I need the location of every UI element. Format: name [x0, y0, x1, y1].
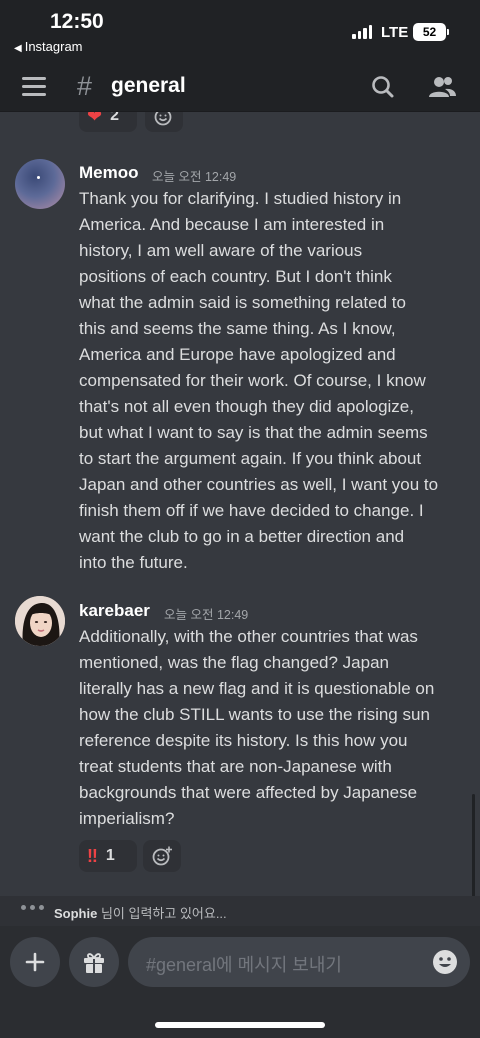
- message-input[interactable]: #general에 메시지 보내기: [128, 937, 470, 987]
- back-app-label: Instagram: [24, 39, 83, 54]
- channel-name: general: [111, 74, 186, 97]
- double-exclamation-icon: ‼: [87, 845, 98, 866]
- message-timestamp: 오늘 오전 12:49: [152, 170, 237, 184]
- channel-hash-icon: #: [77, 71, 93, 101]
- message-input-placeholder: #general에 메시지 보내기: [146, 955, 342, 975]
- cell-signal-icon: [352, 25, 372, 39]
- profile-photo: [15, 596, 65, 646]
- add-reaction-button[interactable]: [143, 840, 181, 872]
- battery-tip: [447, 29, 449, 35]
- home-indicator: [155, 1022, 325, 1028]
- menu-icon[interactable]: [22, 77, 46, 96]
- plus-icon: [25, 952, 45, 972]
- message-timestamp: 오늘 오전 12:49: [164, 608, 249, 622]
- reaction-double-exclamation[interactable]: ‼ 1: [79, 840, 137, 872]
- back-to-app-link[interactable]: ◀ Instagram: [14, 39, 83, 54]
- typing-dots-icon: [21, 905, 44, 910]
- channel-header: # general: [0, 62, 480, 112]
- gift-button[interactable]: [69, 937, 119, 987]
- message-author[interactable]: karebaer: [79, 601, 150, 621]
- reaction-heart[interactable]: ❤ 2: [79, 112, 137, 132]
- avatar-memoo[interactable]: [15, 159, 65, 209]
- typing-indicator: Sophie 님이 입력하고 있어요...: [0, 896, 480, 926]
- battery-icon: 52: [413, 23, 446, 41]
- add-reaction-icon: [152, 846, 172, 866]
- network-type: LTE: [381, 24, 409, 41]
- gift-icon: [84, 953, 104, 973]
- add-reaction-icon: [154, 112, 172, 126]
- members-icon[interactable]: [427, 72, 457, 102]
- heart-icon: ❤: [87, 112, 103, 126]
- search-icon[interactable]: [368, 72, 398, 102]
- add-reaction-button[interactable]: [145, 112, 183, 132]
- message-body: Thank you for clarifying. I studied hist…: [79, 189, 439, 572]
- message-list[interactable]: ❤ 2 Memoo 오늘 오전 12:49 Thank you for clar…: [0, 112, 480, 900]
- message-composer: #general에 메시지 보내기: [0, 926, 480, 1038]
- scrollbar[interactable]: [472, 794, 475, 897]
- status-time: 12:50: [50, 10, 104, 33]
- attach-button[interactable]: [10, 937, 60, 987]
- message-author[interactable]: Memoo: [79, 163, 139, 183]
- message-body: Additionally, with the other countries t…: [79, 627, 435, 828]
- emoji-picker-icon[interactable]: [432, 949, 458, 975]
- avatar-karebaer[interactable]: [15, 596, 65, 646]
- reaction-count: 2: [110, 112, 119, 124]
- reaction-count: 1: [105, 847, 115, 864]
- back-triangle-icon: ◀: [14, 43, 22, 54]
- status-bar: 12:50 ◀ Instagram LTE 52: [0, 0, 480, 62]
- typing-text: Sophie 님이 입력하고 있어요...: [54, 906, 227, 921]
